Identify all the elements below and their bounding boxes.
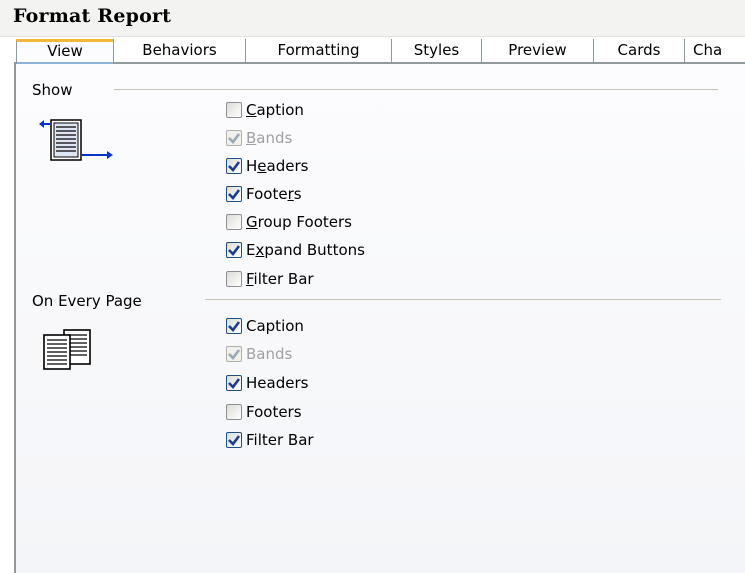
tab-behaviors[interactable]: Behaviors [113,39,245,62]
dialog-title-bar: Format Report [0,0,745,37]
show-expand-buttons-checkbox[interactable]: Expand Buttons [226,240,365,260]
tab-cards[interactable]: Cards [593,39,684,62]
checkbox-box [226,186,242,202]
checkbox-box [226,214,242,230]
tab-preview[interactable]: Preview [481,39,593,62]
show-filter-bar-checkbox[interactable]: Filter Bar [226,269,314,289]
dialog-title: Format Report [13,5,172,27]
checkbox-box [226,130,242,146]
checkbox-box [226,242,242,258]
tab-view[interactable]: View [16,39,113,64]
checkmark-icon [228,321,241,332]
every-page-headers-checkbox[interactable]: Headers [226,373,308,393]
every-page-filter-bar-checkbox[interactable]: Filter Bar [226,430,314,450]
checkmark-icon [228,435,241,446]
pages-icon [42,328,112,374]
checkmark-icon [228,378,241,389]
checkbox-box [226,432,242,448]
every-page-caption-checkbox[interactable]: Caption [226,316,304,336]
every-page-separator [205,299,721,300]
checkmark-icon [228,133,241,144]
show-separator [114,89,718,90]
checkmark-icon [228,349,241,360]
show-footers-checkbox[interactable]: Footers [226,184,302,204]
checkmark-icon [228,189,241,200]
checkbox-box [226,102,242,118]
show-caption-checkbox[interactable]: Caption [226,100,304,120]
tab-strip: View Behaviors Formatting Styles Preview… [14,38,745,64]
checkbox-box [226,375,242,391]
checkbox-box [226,346,242,362]
tab-styles[interactable]: Styles [391,39,481,62]
report-layout-icon [38,114,118,168]
show-group-footers-checkbox[interactable]: Group Footers [226,212,352,232]
every-page-bands-checkbox[interactable]: Bands [226,344,292,364]
checkbox-box [226,158,242,174]
checkbox-box [226,404,242,420]
checkbox-box [226,318,242,334]
checkbox-box [226,271,242,287]
checkmark-icon [228,245,241,256]
checkmark-icon [228,161,241,172]
tab-charts[interactable]: Cha [684,39,745,62]
tab-formatting[interactable]: Formatting [245,39,391,62]
show-section-label: Show [32,81,73,99]
show-bands-checkbox[interactable]: Bands [226,128,292,148]
every-page-section-label: On Every Page [32,292,142,310]
show-headers-checkbox[interactable]: Headers [226,156,308,176]
every-page-footers-checkbox[interactable]: Footers [226,402,302,422]
view-tab-panel [14,64,745,573]
